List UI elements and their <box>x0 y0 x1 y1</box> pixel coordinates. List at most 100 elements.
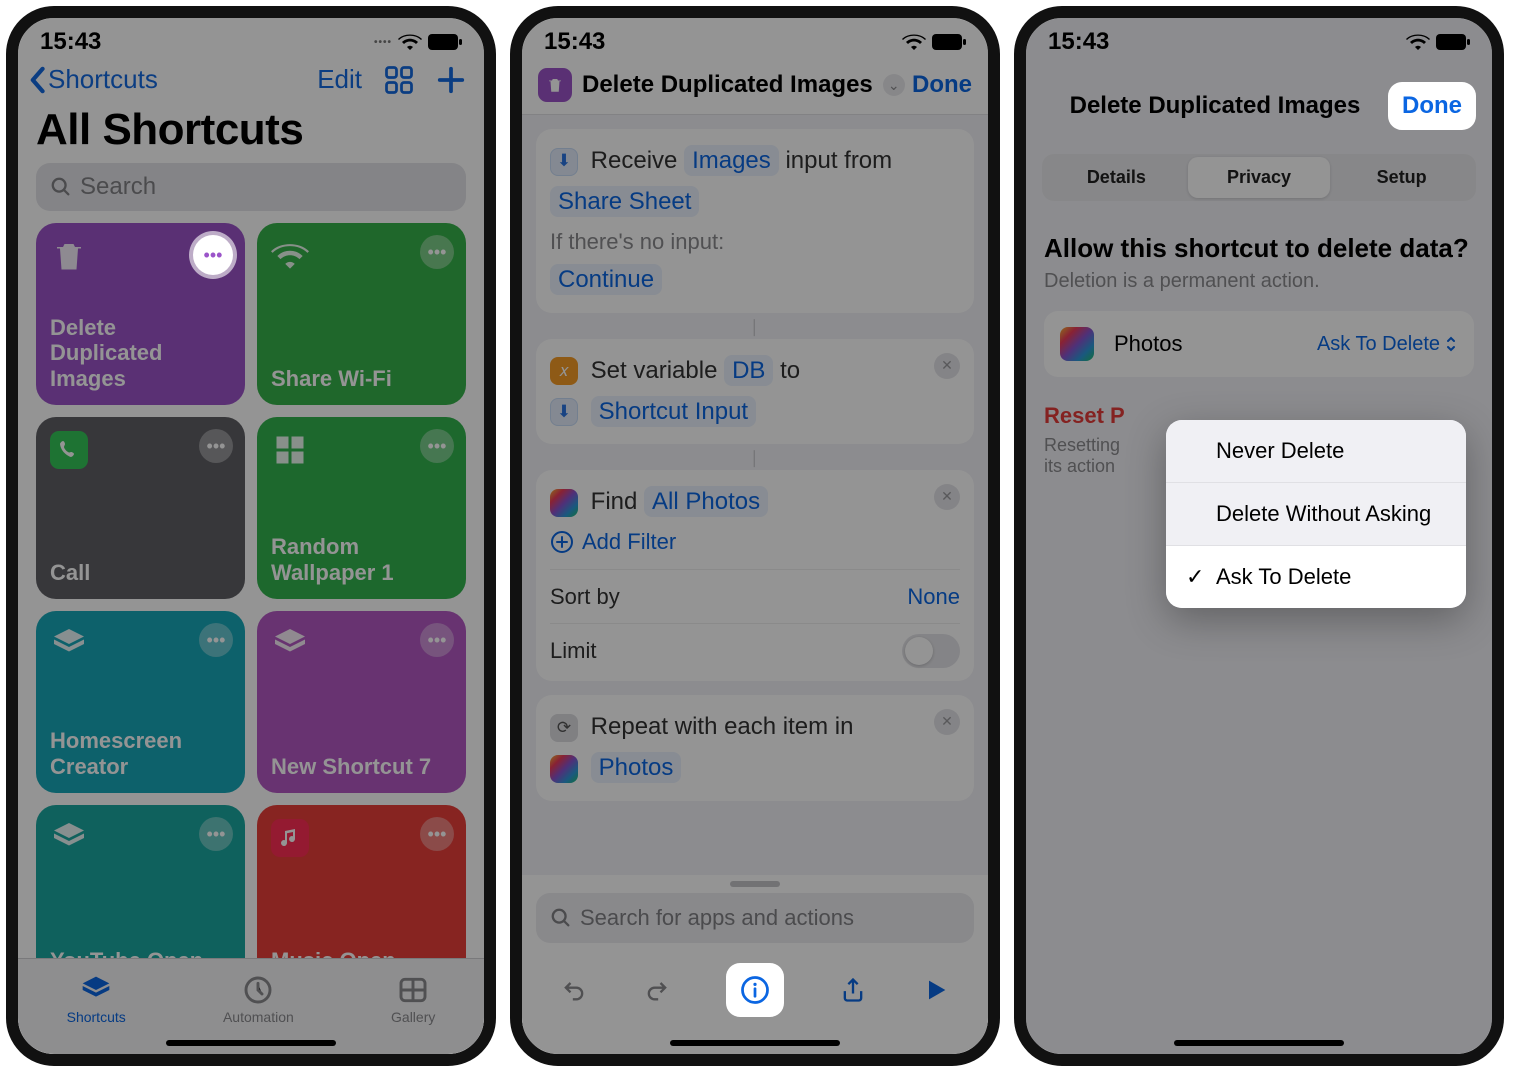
repeat-value[interactable]: Photos <box>591 752 682 783</box>
tab-gallery[interactable]: Gallery <box>391 974 435 1025</box>
action-repeat[interactable]: ✕ ⟳ Repeat with each item in Photos <box>536 695 974 801</box>
tile-more-button[interactable]: ••• <box>420 623 454 657</box>
tile-random-wallpaper[interactable]: ••• Random Wallpaper 1 <box>257 417 466 599</box>
edit-button[interactable]: Edit <box>317 64 362 95</box>
find-value[interactable]: All Photos <box>644 486 768 517</box>
grid-view-icon[interactable] <box>384 65 414 95</box>
tile-call[interactable]: ••• Call <box>36 417 245 599</box>
sort-row[interactable]: Sort by None <box>550 569 960 623</box>
noinput-value[interactable]: Continue <box>550 264 662 295</box>
tile-more-button[interactable]: ••• <box>420 817 454 851</box>
setvar-mid: to <box>780 357 800 384</box>
battery-icon <box>1436 34 1470 50</box>
add-filter-button[interactable]: Add Filter <box>550 523 960 560</box>
trash-icon <box>50 237 88 275</box>
action-receive[interactable]: ⬇ Receive Images input from Share Sheet … <box>536 129 974 313</box>
redo-button[interactable] <box>643 976 671 1004</box>
limit-label: Limit <box>550 632 596 669</box>
tile-share-wifi[interactable]: ••• Share Wi-Fi <box>257 223 466 405</box>
option-delete-without-asking[interactable]: Delete Without Asking <box>1166 483 1466 546</box>
wallpaper-icon <box>271 431 309 469</box>
privacy-value[interactable]: Ask To Delete <box>1317 333 1458 356</box>
tile-label: New Shortcut 7 <box>271 754 452 779</box>
limit-toggle[interactable] <box>902 634 960 668</box>
tab-automation[interactable]: Automation <box>223 974 294 1025</box>
share-button[interactable] <box>839 976 867 1004</box>
home-indicator[interactable] <box>1174 1040 1344 1046</box>
tab-setup[interactable]: Setup <box>1330 157 1473 198</box>
undo-button[interactable] <box>560 976 588 1004</box>
back-label: Shortcuts <box>48 64 158 95</box>
privacy-sub: Deletion is a permanent action. <box>1044 270 1474 293</box>
tile-label: Share Wi-Fi <box>271 366 452 391</box>
receive-source[interactable]: Share Sheet <box>550 186 699 217</box>
action-find-photos[interactable]: ✕ Find All Photos Add Filter Sort by Non… <box>536 470 974 681</box>
tile-new-shortcut[interactable]: ••• New Shortcut 7 <box>257 611 466 793</box>
add-button[interactable] <box>436 65 466 95</box>
sort-value[interactable]: None <box>907 578 960 615</box>
chevron-down-icon[interactable]: ⌄ <box>883 74 905 96</box>
limit-row: Limit <box>550 623 960 677</box>
tile-homescreen-creator[interactable]: ••• Homescreen Creator <box>36 611 245 793</box>
tile-more-button[interactable]: ••• <box>420 235 454 269</box>
tile-more-button[interactable]: ••• <box>420 429 454 463</box>
nav-bar: Shortcuts Edit <box>18 60 484 99</box>
tile-delete-duplicated[interactable]: ••• Delete Duplicated Images <box>36 223 245 405</box>
run-button[interactable] <box>922 976 950 1004</box>
setvar-value[interactable]: Shortcut Input <box>591 396 756 427</box>
search-field[interactable]: Search <box>36 163 466 211</box>
layers-icon <box>50 625 88 663</box>
tab-label: Automation <box>223 1009 294 1025</box>
sort-label: Sort by <box>550 578 620 615</box>
tab-details[interactable]: Details <box>1045 157 1188 198</box>
actions-search[interactable]: Search for apps and actions <box>536 893 974 943</box>
option-never-delete[interactable]: Never Delete <box>1166 420 1466 483</box>
status-time: 15:43 <box>40 28 101 56</box>
home-indicator[interactable] <box>166 1040 336 1046</box>
info-button[interactable] <box>726 963 784 1017</box>
option-ask-to-delete[interactable]: ✓Ask To Delete <box>1166 546 1466 608</box>
phone-shortcut-editor: 15:43 Delete Duplicated Images ⌄ Done ⬇ … <box>510 6 1000 1066</box>
action-set-variable[interactable]: ✕ 𝑥 Set variable DB to ⬇ Shortcut Input <box>536 339 974 445</box>
receive-type[interactable]: Images <box>684 145 779 176</box>
shortcut-icon[interactable] <box>538 68 572 102</box>
setvar-name[interactable]: DB <box>724 355 773 386</box>
tile-more-button[interactable]: ••• <box>199 429 233 463</box>
updown-icon <box>1444 335 1458 353</box>
connector-line: │ <box>536 450 974 464</box>
done-button[interactable]: Done <box>912 71 972 99</box>
editor-body[interactable]: ⬇ Receive Images input from Share Sheet … <box>522 115 988 875</box>
tile-label: Delete Duplicated Images <box>50 315 231 391</box>
done-button[interactable]: Done <box>1388 82 1476 130</box>
status-bar: 15:43 <box>1026 18 1492 60</box>
privacy-app-row[interactable]: Photos Ask To Delete <box>1044 311 1474 377</box>
repeat-pre: Repeat with each item in <box>591 713 854 740</box>
gallery-tab-icon <box>397 974 429 1006</box>
tile-more-button[interactable]: ••• <box>199 623 233 657</box>
phone-privacy-settings: 15:43 Delete Duplicated Images Done Deta… <box>1014 6 1504 1066</box>
segmented-control[interactable]: Details Privacy Setup <box>1042 154 1476 201</box>
settings-title: Delete Duplicated Images <box>1070 92 1361 120</box>
shortcut-title[interactable]: Delete Duplicated Images <box>582 71 873 99</box>
privacy-heading: Allow this shortcut to delete data? <box>1044 233 1474 264</box>
actions-search-placeholder: Search for apps and actions <box>580 905 854 931</box>
tile-more-button[interactable]: ••• <box>199 817 233 851</box>
tab-privacy[interactable]: Privacy <box>1188 157 1331 198</box>
status-time: 15:43 <box>544 28 605 56</box>
wifi-icon <box>1406 33 1430 51</box>
tile-more-button[interactable]: ••• <box>193 235 233 275</box>
search-placeholder: Search <box>80 173 156 201</box>
status-bar: 15:43 •••• <box>18 18 484 60</box>
cellular-dots-icon: •••• <box>374 37 392 48</box>
input-icon: ⬇ <box>550 148 578 176</box>
home-indicator[interactable] <box>670 1040 840 1046</box>
settings-header: Delete Duplicated Images Done <box>1026 60 1492 144</box>
sheet-grabber[interactable] <box>730 881 780 887</box>
back-button[interactable]: Shortcuts <box>28 64 158 95</box>
tab-shortcuts[interactable]: Shortcuts <box>67 974 126 1025</box>
tab-label: Gallery <box>391 1009 435 1025</box>
connector-line: │ <box>536 319 974 333</box>
plus-circle-icon <box>550 530 574 554</box>
delete-action-button[interactable]: ✕ <box>934 353 960 379</box>
noinput-label: If there's no input: <box>550 223 960 260</box>
